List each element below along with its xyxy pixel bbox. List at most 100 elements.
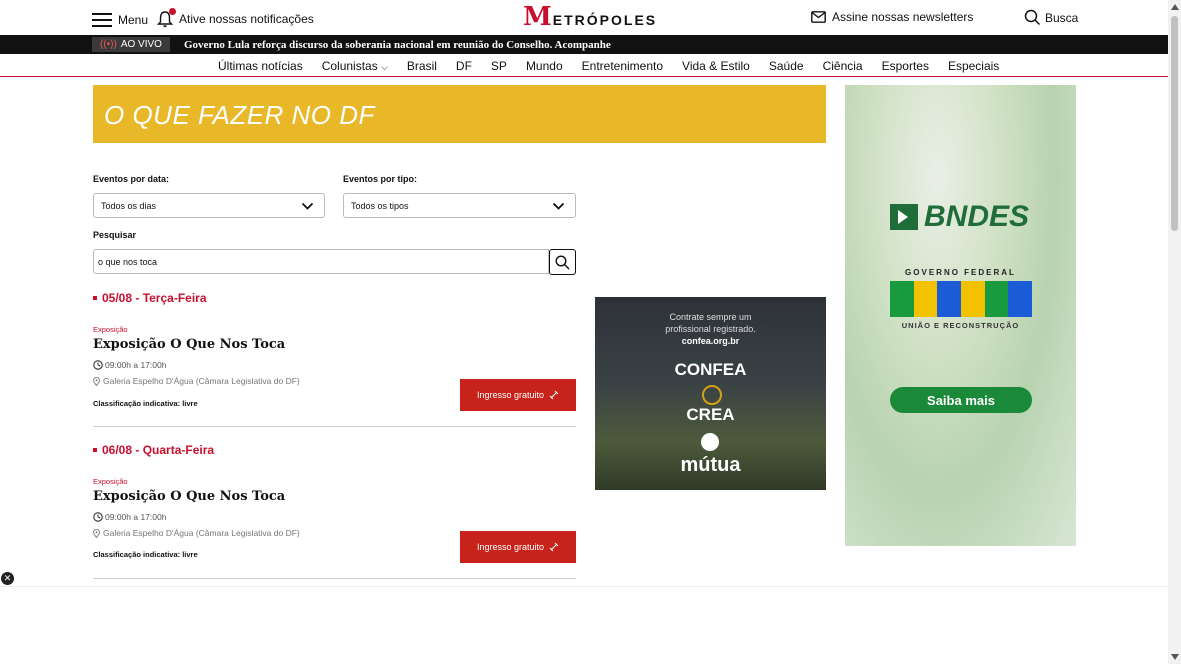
bullet-icon bbox=[93, 448, 97, 452]
event-date-text: 05/08 - Terça-Feira bbox=[102, 291, 207, 305]
event-time: 09:00h a 17:00h bbox=[93, 360, 166, 370]
newsletter-button[interactable]: Assine nossas newsletters bbox=[811, 10, 973, 24]
event-search-value: o que nos toca bbox=[98, 256, 158, 267]
notifications-label: Ative nossas notificações bbox=[179, 12, 314, 26]
bndes-arrow-icon bbox=[890, 204, 918, 230]
event-category[interactable]: Exposição bbox=[93, 477, 128, 486]
page-banner: O QUE FAZER NO DF bbox=[93, 85, 826, 143]
event-divider bbox=[93, 578, 576, 579]
event-rating: Classificação indicativa: livre bbox=[93, 550, 198, 559]
live-headline[interactable]: Governo Lula reforça discurso da soberan… bbox=[184, 39, 611, 51]
notifications-button[interactable]: Ative nossas notificações bbox=[156, 8, 314, 28]
location-pin-icon bbox=[93, 376, 100, 386]
nav-item-ciencia[interactable]: Ciência bbox=[823, 59, 863, 73]
event-rating: Classificação indicativa: livre bbox=[93, 399, 198, 408]
event-category[interactable]: Exposição bbox=[93, 325, 128, 334]
ticket-icon bbox=[549, 542, 559, 552]
free-ticket-button[interactable]: Ingresso gratuito bbox=[460, 531, 576, 563]
date-filter-select[interactable]: Todos os dias bbox=[93, 193, 325, 218]
nav-item-brasil[interactable]: Brasil bbox=[407, 59, 437, 73]
crea-brand: CREA bbox=[686, 405, 735, 424]
brasil-block bbox=[937, 281, 962, 317]
nav-item-saude[interactable]: Saúde bbox=[769, 59, 804, 73]
bottom-ad-strip bbox=[0, 586, 1168, 665]
chevron-down-icon bbox=[552, 202, 565, 210]
event-time-text: 09:00h a 17:00h bbox=[105, 360, 167, 370]
confea-ad-line2: profissional registrado. bbox=[665, 324, 756, 334]
brasil-block bbox=[890, 281, 914, 317]
newsletter-label: Assine nossas newsletters bbox=[832, 10, 974, 24]
search-label: Busca bbox=[1045, 10, 1079, 25]
event-title[interactable]: Exposição O Que Nos Toca bbox=[93, 337, 285, 352]
mutua-seal-icon bbox=[701, 433, 719, 451]
event-date-heading: 06/08 - Quarta-Feira bbox=[93, 443, 214, 457]
mutua-brand: mútua bbox=[680, 454, 741, 476]
nav-item-especiais[interactable]: Especiais bbox=[948, 59, 999, 73]
live-bar: ((•)) AO VIVO Governo Lula reforça discu… bbox=[0, 35, 1168, 54]
type-filter-select[interactable]: Todos os tipos bbox=[343, 193, 576, 218]
logo-mark: M bbox=[523, 2, 552, 32]
governo-federal-label: GOVERNO FEDERAL bbox=[905, 268, 1016, 277]
page-title: O QUE FAZER NO DF bbox=[104, 100, 375, 130]
scroll-thumb[interactable] bbox=[1171, 16, 1178, 231]
top-bar: Menu Ative nossas notificações M ETRÓPOL… bbox=[0, 0, 1168, 35]
nav-item-mundo[interactable]: Mundo bbox=[526, 59, 563, 73]
event-time-text: 09:00h a 17:00h bbox=[105, 512, 167, 522]
event-search-button[interactable] bbox=[549, 249, 576, 275]
brasil-block bbox=[984, 281, 1009, 317]
nav-item-entretenimento[interactable]: Entretenimento bbox=[582, 59, 663, 73]
scroll-down-icon[interactable] bbox=[1171, 654, 1179, 660]
saiba-mais-button[interactable]: Saiba mais bbox=[890, 387, 1032, 413]
chevron-down-icon: ⌵ bbox=[381, 62, 388, 72]
type-filter-value: Todos os tipos bbox=[351, 200, 409, 211]
uniao-reconstrucao-label: UNIÃO E RECONSTRUÇÃO bbox=[901, 321, 1020, 330]
search-field-label: Pesquisar bbox=[93, 230, 137, 240]
main-nav: Últimas notícias Colunistas ⌵ Brasil DF … bbox=[0, 55, 1168, 77]
event-place: Galeria Espelho D'Água (Câmara Legislati… bbox=[93, 376, 300, 386]
confea-ad[interactable]: Contrate sempre um profissional registra… bbox=[595, 297, 826, 490]
nav-item-sp[interactable]: SP bbox=[491, 59, 507, 73]
event-place-text: Galeria Espelho D'Água (Câmara Legislati… bbox=[103, 528, 300, 538]
nav-item-ultimas[interactable]: Últimas notícias bbox=[218, 59, 303, 73]
logo-text: ETRÓPOLES bbox=[552, 12, 658, 28]
bullet-icon bbox=[93, 296, 97, 300]
type-filter-label: Eventos por tipo: bbox=[343, 174, 417, 184]
search-button[interactable]: Busca bbox=[1024, 9, 1078, 26]
nav-item-vida-estilo[interactable]: Vida & Estilo bbox=[682, 59, 750, 73]
event-place-text: Galeria Espelho D'Água (Câmara Legislati… bbox=[103, 376, 300, 386]
page-scrollbar[interactable] bbox=[1168, 0, 1181, 664]
confea-brand: CONFEA bbox=[674, 360, 747, 379]
free-ticket-button[interactable]: Ingresso gratuito bbox=[460, 379, 576, 411]
bndes-logo-text: BNDES bbox=[924, 200, 1030, 233]
event-divider bbox=[93, 426, 576, 427]
bell-icon bbox=[156, 8, 176, 28]
confea-ad-text: Contrate sempre um profissional registra… bbox=[595, 311, 826, 347]
date-filter-label: Eventos por data: bbox=[93, 174, 170, 184]
nav-item-df[interactable]: DF bbox=[456, 59, 472, 73]
bndes-ad[interactable]: BNDES GOVERNO FEDERAL UNIÃO E RECONSTRUÇ… bbox=[845, 85, 1076, 546]
confea-ad-line1: Contrate sempre um bbox=[669, 312, 752, 322]
scroll-up-icon[interactable] bbox=[1171, 4, 1179, 10]
confea-seal-icon bbox=[702, 385, 722, 405]
close-ad-icon[interactable]: ✕ bbox=[1, 572, 14, 585]
nav-item-colunistas-label: Colunistas bbox=[321, 59, 378, 73]
free-ticket-label: Ingresso gratuito bbox=[476, 390, 545, 400]
event-time: 09:00h a 17:00h bbox=[93, 512, 166, 522]
menu-button[interactable]: Menu bbox=[92, 10, 148, 30]
event-date-text: 06/08 - Quarta-Feira bbox=[102, 443, 215, 457]
date-filter-value: Todos os dias bbox=[101, 200, 157, 211]
event-title[interactable]: Exposição O Que Nos Toca bbox=[93, 489, 285, 504]
search-icon bbox=[1024, 9, 1041, 26]
live-badge-label: AO VIVO bbox=[120, 39, 162, 50]
confea-ad-url: confea.org.br bbox=[681, 336, 740, 346]
brasil-block bbox=[1008, 281, 1033, 317]
nav-item-esportes[interactable]: Esportes bbox=[882, 59, 929, 73]
live-badge[interactable]: ((•)) AO VIVO bbox=[92, 37, 170, 52]
metropoles-logo[interactable]: M ETRÓPOLES bbox=[523, 2, 658, 32]
hamburger-icon bbox=[92, 13, 112, 27]
nav-item-colunistas[interactable]: Colunistas ⌵ bbox=[322, 59, 388, 73]
event-date-heading: 05/08 - Terça-Feira bbox=[93, 291, 207, 305]
clock-icon bbox=[93, 512, 103, 522]
brasil-block bbox=[913, 281, 938, 317]
event-search-input[interactable]: o que nos toca bbox=[93, 249, 549, 274]
